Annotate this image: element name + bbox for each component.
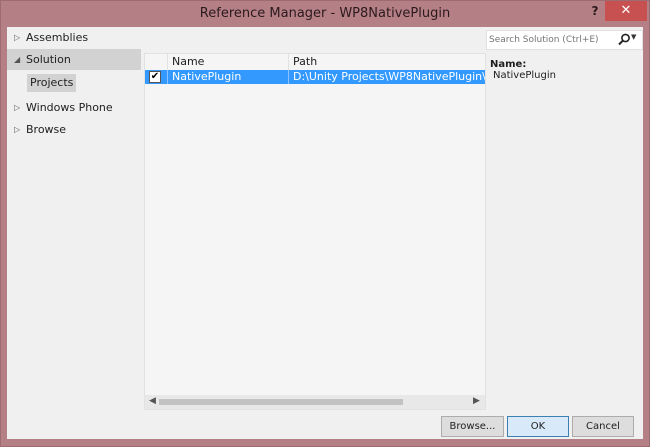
close-button[interactable]: ✕ (605, 1, 647, 21)
title-bar[interactable]: Reference Manager - WP8NativePlugin ? ✕ (1, 1, 649, 27)
column-header-name[interactable]: Name (172, 55, 204, 69)
nav-item-solution[interactable]: ◢ Solution (7, 49, 141, 70)
expand-arrow-icon[interactable]: ▷ (14, 27, 20, 48)
window-title: Reference Manager - WP8NativePlugin (199, 6, 451, 21)
column-header-path[interactable]: Path (293, 55, 317, 69)
expand-arrow-icon[interactable]: ▷ (14, 97, 20, 118)
nav-item-assemblies[interactable]: ▷ Assemblies (7, 27, 141, 48)
reference-manager-window: Reference Manager - WP8NativePlugin ? ✕ … (0, 0, 650, 447)
row-divider (288, 70, 289, 84)
search-box[interactable]: ▼ (486, 30, 643, 50)
column-separator[interactable] (167, 54, 168, 70)
row-path: D:\Unity Projects\WP8NativePlugin\Export… (293, 70, 486, 83)
nav-item-browse[interactable]: ▷ Browse (7, 119, 141, 140)
scroll-right-icon[interactable]: ▶ (473, 396, 480, 406)
table-row[interactable]: ✔ NativePlugin D:\Unity Projects\WP8Nati… (145, 70, 485, 84)
include-checkbox[interactable]: ✔ (149, 71, 161, 83)
projects-list[interactable]: Name Path ✔ NativePlugin D:\Unity Projec… (144, 53, 486, 410)
details-name-value: NativePlugin (493, 70, 556, 81)
cancel-button[interactable]: Cancel (572, 416, 634, 437)
browse-button[interactable]: Browse... (441, 416, 504, 437)
scroll-thumb[interactable] (159, 399, 403, 405)
search-input[interactable] (489, 32, 611, 47)
nav-item-label: Browse (26, 123, 67, 136)
horizontal-scrollbar[interactable]: ◀ ▶ (145, 395, 485, 409)
search-icon[interactable] (617, 33, 631, 46)
help-button[interactable]: ? (587, 4, 603, 22)
ok-button[interactable]: OK (507, 416, 569, 437)
list-header: Name Path (145, 54, 485, 71)
nav-item-label: Windows Phone (26, 101, 113, 114)
scroll-left-icon[interactable]: ◀ (149, 396, 156, 406)
sidebar-nav: ▷ Assemblies ◢ Solution Projects ▷ Windo… (7, 27, 141, 407)
expand-arrow-icon[interactable]: ▷ (14, 119, 20, 140)
collapse-arrow-icon[interactable]: ◢ (14, 49, 20, 70)
details-pane: Name: NativePlugin (490, 59, 640, 81)
details-name-label: Name: (490, 59, 527, 70)
row-divider (167, 70, 168, 84)
search-options-dropdown-icon[interactable]: ▼ (631, 33, 636, 41)
nav-item-label: Assemblies (26, 31, 89, 44)
row-name: NativePlugin (172, 70, 242, 83)
nav-item-windows-phone[interactable]: ▷ Windows Phone (7, 97, 141, 118)
nav-item-label: Solution (26, 53, 71, 66)
column-separator[interactable] (288, 54, 289, 70)
nav-subitem-projects[interactable]: Projects (27, 74, 77, 92)
dialog-client: ▷ Assemblies ◢ Solution Projects ▷ Windo… (7, 27, 643, 439)
